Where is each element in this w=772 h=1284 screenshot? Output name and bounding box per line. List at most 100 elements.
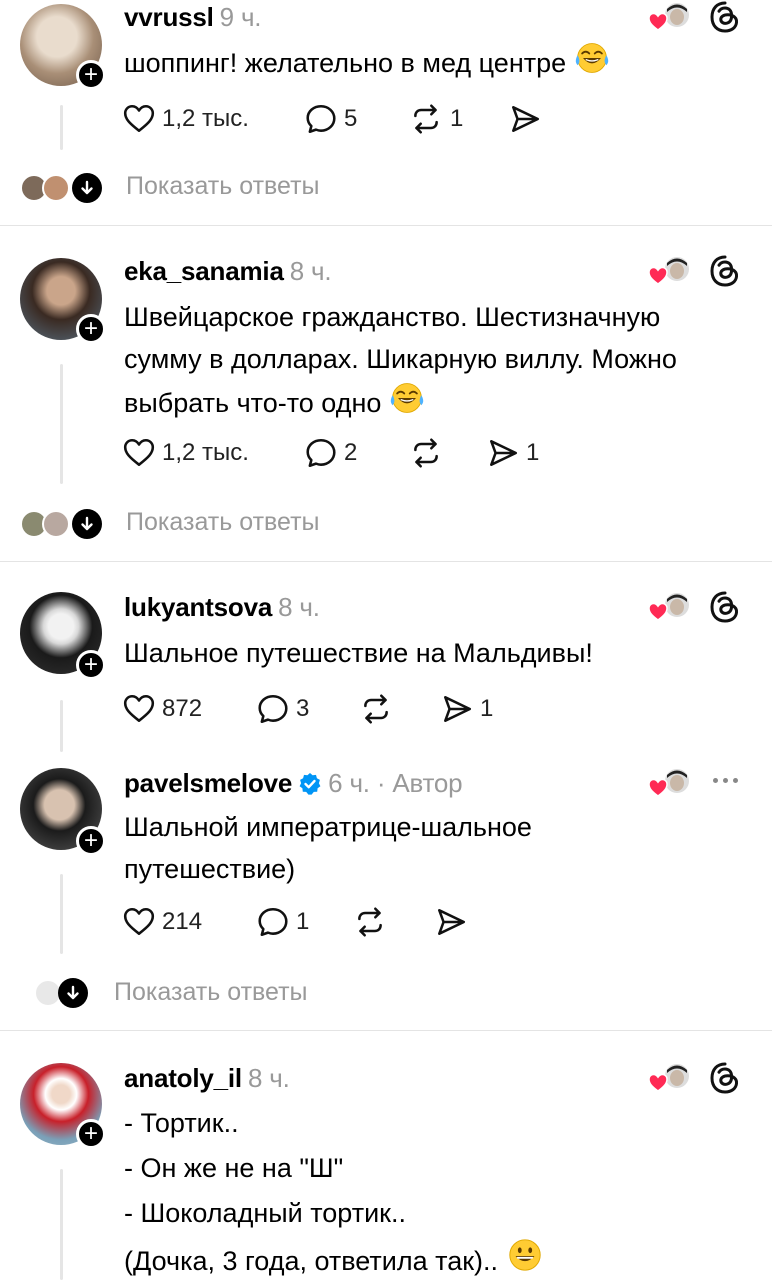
comment-text: Швейцарское гражданство. Шестизначную су… — [124, 296, 677, 424]
share-button[interactable] — [508, 102, 542, 136]
comment-line: шоппинг! желательно в мед центре — [124, 48, 567, 78]
share-count: 1 — [526, 439, 540, 466]
more-dots-icon[interactable] — [708, 770, 742, 790]
username-text[interactable]: eka_sanamia — [124, 256, 284, 286]
comment-username[interactable]: vvrussl 9 ч. — [124, 2, 262, 33]
comment-username[interactable]: lukyantsova 8 ч. — [124, 592, 320, 623]
share-button[interactable]: 1 — [486, 436, 539, 470]
comment-line: Швейцарское гражданство. Шестизначную — [124, 302, 661, 332]
share-button[interactable] — [434, 905, 468, 939]
comment-line: Шальное путешествие на Мальдивы! — [124, 638, 593, 668]
comment-text: Шальной императрице-шальное путешествие) — [124, 806, 532, 890]
username-text[interactable]: anatoly_il — [124, 1063, 242, 1093]
repost-count: 1 — [450, 105, 464, 132]
threads-logo-icon[interactable] — [708, 590, 742, 624]
author-liked-heart-icon — [648, 254, 692, 286]
verified-badge-icon — [298, 772, 322, 796]
reply-count: 1 — [296, 908, 310, 935]
threads-logo-icon[interactable] — [708, 254, 742, 288]
comment-lukyantsova: + lukyantsova 8 ч. Шальное путешествие на… — [0, 562, 772, 752]
heart-outline-icon — [122, 436, 156, 470]
follow-plus-icon[interactable]: + — [76, 314, 106, 344]
reply-count: 2 — [344, 439, 358, 466]
repost-button[interactable] — [408, 436, 444, 470]
comment-eka_sanamia: + eka_sanamia 8 ч. Швейцарское гражданств… — [0, 226, 772, 561]
arrow-down-icon — [72, 509, 102, 539]
comment-username[interactable]: pavelsmelove 6 ч. · Автор — [124, 768, 463, 799]
comment-text: Шальное путешествие на Мальдивы! — [124, 632, 593, 674]
arrow-down-icon — [58, 978, 88, 1008]
like-count: 1,2 тыс. — [162, 105, 249, 132]
like-count: 872 — [162, 695, 203, 722]
follow-plus-icon[interactable]: + — [76, 1119, 106, 1149]
threads-logo-icon[interactable] — [708, 1061, 742, 1095]
heart-outline-icon — [122, 692, 156, 726]
repost-button[interactable] — [352, 905, 388, 939]
threads-logo-icon[interactable] — [708, 0, 742, 34]
username-text[interactable]: pavelsmelove — [124, 768, 292, 799]
comment-line: выбрать что-то одно — [124, 388, 382, 418]
arrow-down-icon — [72, 173, 102, 203]
send-icon — [440, 692, 474, 726]
repost-arrows-icon — [408, 436, 444, 470]
send-icon — [508, 102, 542, 136]
share-button[interactable]: 1 — [440, 692, 493, 726]
author-liked-heart-icon — [648, 766, 692, 798]
follow-plus-icon[interactable]: + — [76, 826, 106, 856]
reply-avatars[interactable] — [34, 977, 98, 1009]
comment-anatoly_il: + anatoly_il 8 ч. - Тортик.. - Он же не н… — [0, 1031, 772, 1280]
comment-time: 8 ч. — [278, 592, 320, 622]
comment-username[interactable]: anatoly_il 8 ч. — [124, 1063, 290, 1094]
repost-arrows-icon — [358, 692, 394, 726]
repost-button[interactable]: 1 — [408, 102, 463, 136]
follow-plus-icon[interactable]: + — [76, 60, 106, 90]
grinning-emoji-icon — [506, 1236, 544, 1274]
reply-avatar — [42, 174, 70, 202]
comment-line: - Тортик.. — [124, 1108, 239, 1138]
reply-avatar — [42, 510, 70, 538]
reply-avatars[interactable] — [20, 172, 110, 204]
send-icon — [434, 905, 468, 939]
like-button[interactable]: 872 — [122, 692, 202, 726]
comment-time: 8 ч. — [247, 1063, 290, 1093]
heart-outline-icon — [122, 102, 156, 136]
thread-line — [60, 1169, 63, 1280]
reply-count: 3 — [296, 695, 310, 722]
comment-text: - Тортик.. - Он же не на "Ш" - Шоколадны… — [124, 1101, 544, 1284]
show-replies-link[interactable]: Показать ответы — [126, 508, 320, 537]
speech-bubble-icon — [256, 692, 290, 726]
comment-text: шоппинг! желательно в мед центре — [124, 40, 610, 84]
laughing-tears-emoji-icon — [574, 40, 610, 76]
reply-button[interactable]: 3 — [256, 692, 309, 726]
thread-line — [60, 874, 63, 954]
reply-count: 5 — [344, 105, 358, 132]
username-text[interactable]: vvrussl — [124, 2, 214, 32]
show-replies-link[interactable]: Показать ответы — [126, 172, 320, 201]
repost-arrows-icon — [408, 102, 444, 136]
like-button[interactable]: 1,2 тыс. — [122, 102, 249, 136]
follow-plus-icon[interactable]: + — [76, 650, 106, 680]
comment-line: путешествие) — [124, 854, 296, 884]
reply-avatars[interactable] — [20, 508, 110, 540]
send-icon — [486, 436, 520, 470]
comment-time: 6 ч. · Автор — [328, 768, 463, 798]
heart-outline-icon — [122, 905, 156, 939]
comment-line: (Дочка, 3 года, ответила так).. — [124, 1246, 499, 1276]
thread-line — [60, 105, 63, 150]
repost-button[interactable] — [358, 692, 394, 726]
like-button[interactable]: 214 — [122, 905, 202, 939]
reply-button[interactable]: 5 — [304, 102, 357, 136]
comment-line: Шальной императрице-шальное — [124, 812, 532, 842]
comment-line: сумму в долларах. Шикарную виллу. Можно — [124, 344, 677, 374]
like-button[interactable]: 1,2 тыс. — [122, 436, 249, 470]
reply-button[interactable]: 1 — [256, 905, 309, 939]
comment-time: 9 ч. — [219, 2, 262, 32]
thread-line — [60, 364, 63, 484]
reply-button[interactable]: 2 — [304, 436, 357, 470]
comment-username[interactable]: eka_sanamia 8 ч. — [124, 256, 332, 287]
show-replies-link[interactable]: Показать ответы — [114, 978, 308, 1007]
speech-bubble-icon — [256, 905, 290, 939]
comment-line: - Он же не на "Ш" — [124, 1153, 344, 1183]
author-liked-heart-icon — [648, 0, 692, 32]
username-text[interactable]: lukyantsova — [124, 592, 272, 622]
